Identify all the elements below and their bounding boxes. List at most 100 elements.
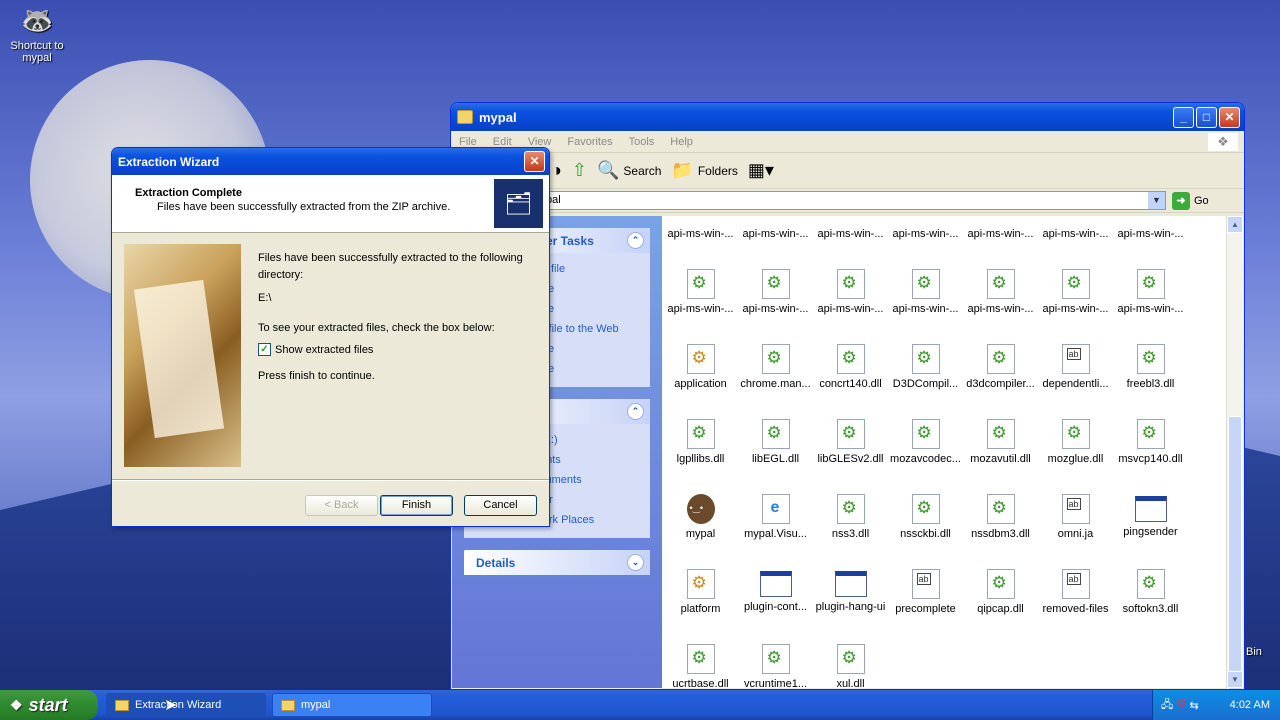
menu-help[interactable]: Help — [670, 136, 693, 148]
shield-icon[interactable]: ⛨ — [1177, 699, 1185, 712]
file-task-link[interactable]: file — [540, 359, 638, 379]
forward-button[interactable]: ◑ — [551, 160, 562, 181]
file-item[interactable]: api-ms-win-... — [663, 269, 738, 315]
file-item[interactable]: pingsender — [1113, 494, 1188, 538]
file-item[interactable]: api-ms-win-... — [1113, 194, 1188, 240]
file-item[interactable]: mozavcodec... — [888, 419, 963, 465]
file-item[interactable]: freebl3.dll — [1113, 344, 1188, 390]
scroll-thumb[interactable] — [1228, 416, 1242, 689]
file-item[interactable]: softokn3.dll — [1113, 569, 1188, 615]
vertical-scrollbar[interactable]: ▲ ▼ — [1226, 216, 1243, 689]
file-item[interactable]: d3dcompiler... — [963, 344, 1038, 390]
file-name: softokn3.dll — [1122, 603, 1179, 615]
taskbar-item-extraction-wizard[interactable]: Extraction Wizard — [106, 693, 266, 717]
file-item[interactable]: xul.dll — [813, 644, 888, 689]
dialog-titlebar[interactable]: Extraction Wizard ✕ — [112, 148, 549, 175]
file-item[interactable]: platform — [663, 569, 738, 615]
file-item[interactable]: dependentli... — [1038, 344, 1113, 390]
cancel-button[interactable]: Cancel — [464, 495, 537, 516]
maximize-button[interactable]: □ — [1196, 106, 1217, 128]
file-item[interactable]: application — [663, 344, 738, 390]
menu-favorites[interactable]: Favorites — [567, 136, 612, 148]
file-item[interactable]: plugin-hang-ui — [813, 569, 888, 613]
file-item[interactable]: chrome.man... — [738, 344, 813, 390]
file-item[interactable]: api-ms-win-... — [663, 194, 738, 240]
file-task-link[interactable]: file — [540, 339, 638, 359]
dll-file-icon — [986, 269, 1015, 299]
file-item[interactable]: concrt140.dll — [813, 344, 888, 390]
clock[interactable]: 4:02 AM — [1230, 699, 1270, 711]
file-item[interactable]: api-ms-win-... — [1113, 269, 1188, 315]
file-item[interactable]: api-ms-win-... — [1038, 194, 1113, 240]
scroll-up-arrow[interactable]: ▲ — [1227, 216, 1243, 233]
file-task-link[interactable]: file — [540, 299, 638, 319]
file-name: nssckbi.dll — [900, 528, 951, 540]
scroll-down-arrow[interactable]: ▼ — [1227, 671, 1243, 688]
file-item[interactable]: ucrtbase.dll — [663, 644, 738, 689]
minimize-button[interactable]: _ — [1173, 106, 1194, 128]
collapse-icon[interactable]: ⌃ — [627, 403, 644, 420]
close-button[interactable]: ✕ — [1219, 106, 1240, 128]
exe-file-icon — [759, 571, 792, 597]
network-icon[interactable]: 🖧 — [1161, 696, 1173, 715]
file-item[interactable]: precomplete — [888, 569, 963, 615]
menu-tools[interactable]: Tools — [629, 136, 655, 148]
show-extracted-checkbox[interactable]: ✓ — [258, 343, 271, 356]
file-item[interactable]: mypal — [663, 494, 738, 540]
file-item[interactable]: lgpllibs.dll — [663, 419, 738, 465]
file-item[interactable]: api-ms-win-... — [963, 269, 1038, 315]
file-item[interactable]: plugin-cont... — [738, 569, 813, 613]
file-task-link[interactable]: is file — [540, 259, 638, 279]
folders-button[interactable]: 📁 Folders — [671, 160, 737, 181]
up-folder-button[interactable]: ⇧ — [572, 160, 587, 181]
start-button[interactable]: ❖ start — [0, 690, 98, 720]
other-place-link[interactable]: ents — [540, 450, 638, 470]
other-place-link[interactable]: cuments — [540, 470, 638, 490]
file-item[interactable]: mozavutil.dll — [963, 419, 1038, 465]
taskbar-item-mypal[interactable]: mypal — [272, 693, 432, 717]
file-item[interactable]: msvcp140.dll — [1113, 419, 1188, 465]
file-item[interactable]: qipcap.dll — [963, 569, 1038, 615]
dialog-close-button[interactable]: ✕ — [524, 151, 545, 172]
file-item[interactable]: api-ms-win-... — [738, 269, 813, 315]
collapse-icon[interactable]: ⌃ — [627, 232, 644, 249]
file-item[interactable]: omni.ja — [1038, 494, 1113, 540]
explorer-titlebar[interactable]: mypal _ □ ✕ — [451, 103, 1244, 131]
details-header[interactable]: Details ⌄ — [464, 550, 650, 575]
file-item[interactable]: api-ms-win-... — [888, 194, 963, 240]
menu-edit[interactable]: Edit — [493, 136, 512, 148]
finish-button[interactable]: Finish — [380, 495, 453, 516]
file-item[interactable]: nssdbm3.dll — [963, 494, 1038, 540]
file-item[interactable]: api-ms-win-... — [888, 269, 963, 315]
file-item[interactable]: api-ms-win-... — [963, 194, 1038, 240]
file-item[interactable]: libEGL.dll — [738, 419, 813, 465]
menu-file[interactable]: File — [459, 136, 477, 148]
file-item[interactable]: mozglue.dll — [1038, 419, 1113, 465]
expand-icon[interactable]: ⌄ — [627, 554, 644, 571]
other-place-link[interactable]: (E:) — [540, 430, 638, 450]
menu-view[interactable]: View — [528, 136, 552, 148]
file-name: api-ms-win-... — [742, 228, 809, 240]
show-extracted-label[interactable]: Show extracted files — [275, 344, 373, 356]
file-item[interactable]: D3DCompil... — [888, 344, 963, 390]
file-task-link[interactable]: file — [540, 279, 638, 299]
desktop-shortcut-mypal[interactable]: 🦝 Shortcut to mypal — [4, 4, 70, 64]
views-button[interactable]: ▦▾ — [748, 160, 774, 181]
file-item[interactable]: libGLESv2.dll — [813, 419, 888, 465]
search-button[interactable]: 🔍 Search — [597, 160, 661, 181]
other-place-link[interactable]: ter — [540, 490, 638, 510]
file-task-link[interactable]: s file to the Web — [540, 319, 638, 339]
file-item[interactable]: api-ms-win-... — [813, 269, 888, 315]
file-name: qipcap.dll — [977, 603, 1024, 615]
file-item[interactable]: vcruntime1... — [738, 644, 813, 689]
file-item[interactable]: mypal.Visu... — [738, 494, 813, 540]
file-item[interactable]: api-ms-win-... — [1038, 269, 1113, 315]
back-button[interactable]: < Back — [305, 495, 378, 516]
file-item[interactable]: nssckbi.dll — [888, 494, 963, 540]
file-item[interactable]: nss3.dll — [813, 494, 888, 540]
file-item[interactable]: api-ms-win-... — [813, 194, 888, 240]
recycle-bin-label[interactable]: Bin — [1246, 646, 1262, 658]
file-item[interactable]: api-ms-win-... — [738, 194, 813, 240]
file-item[interactable]: removed-files — [1038, 569, 1113, 615]
safely-remove-icon[interactable]: ⇆ — [1190, 699, 1199, 712]
